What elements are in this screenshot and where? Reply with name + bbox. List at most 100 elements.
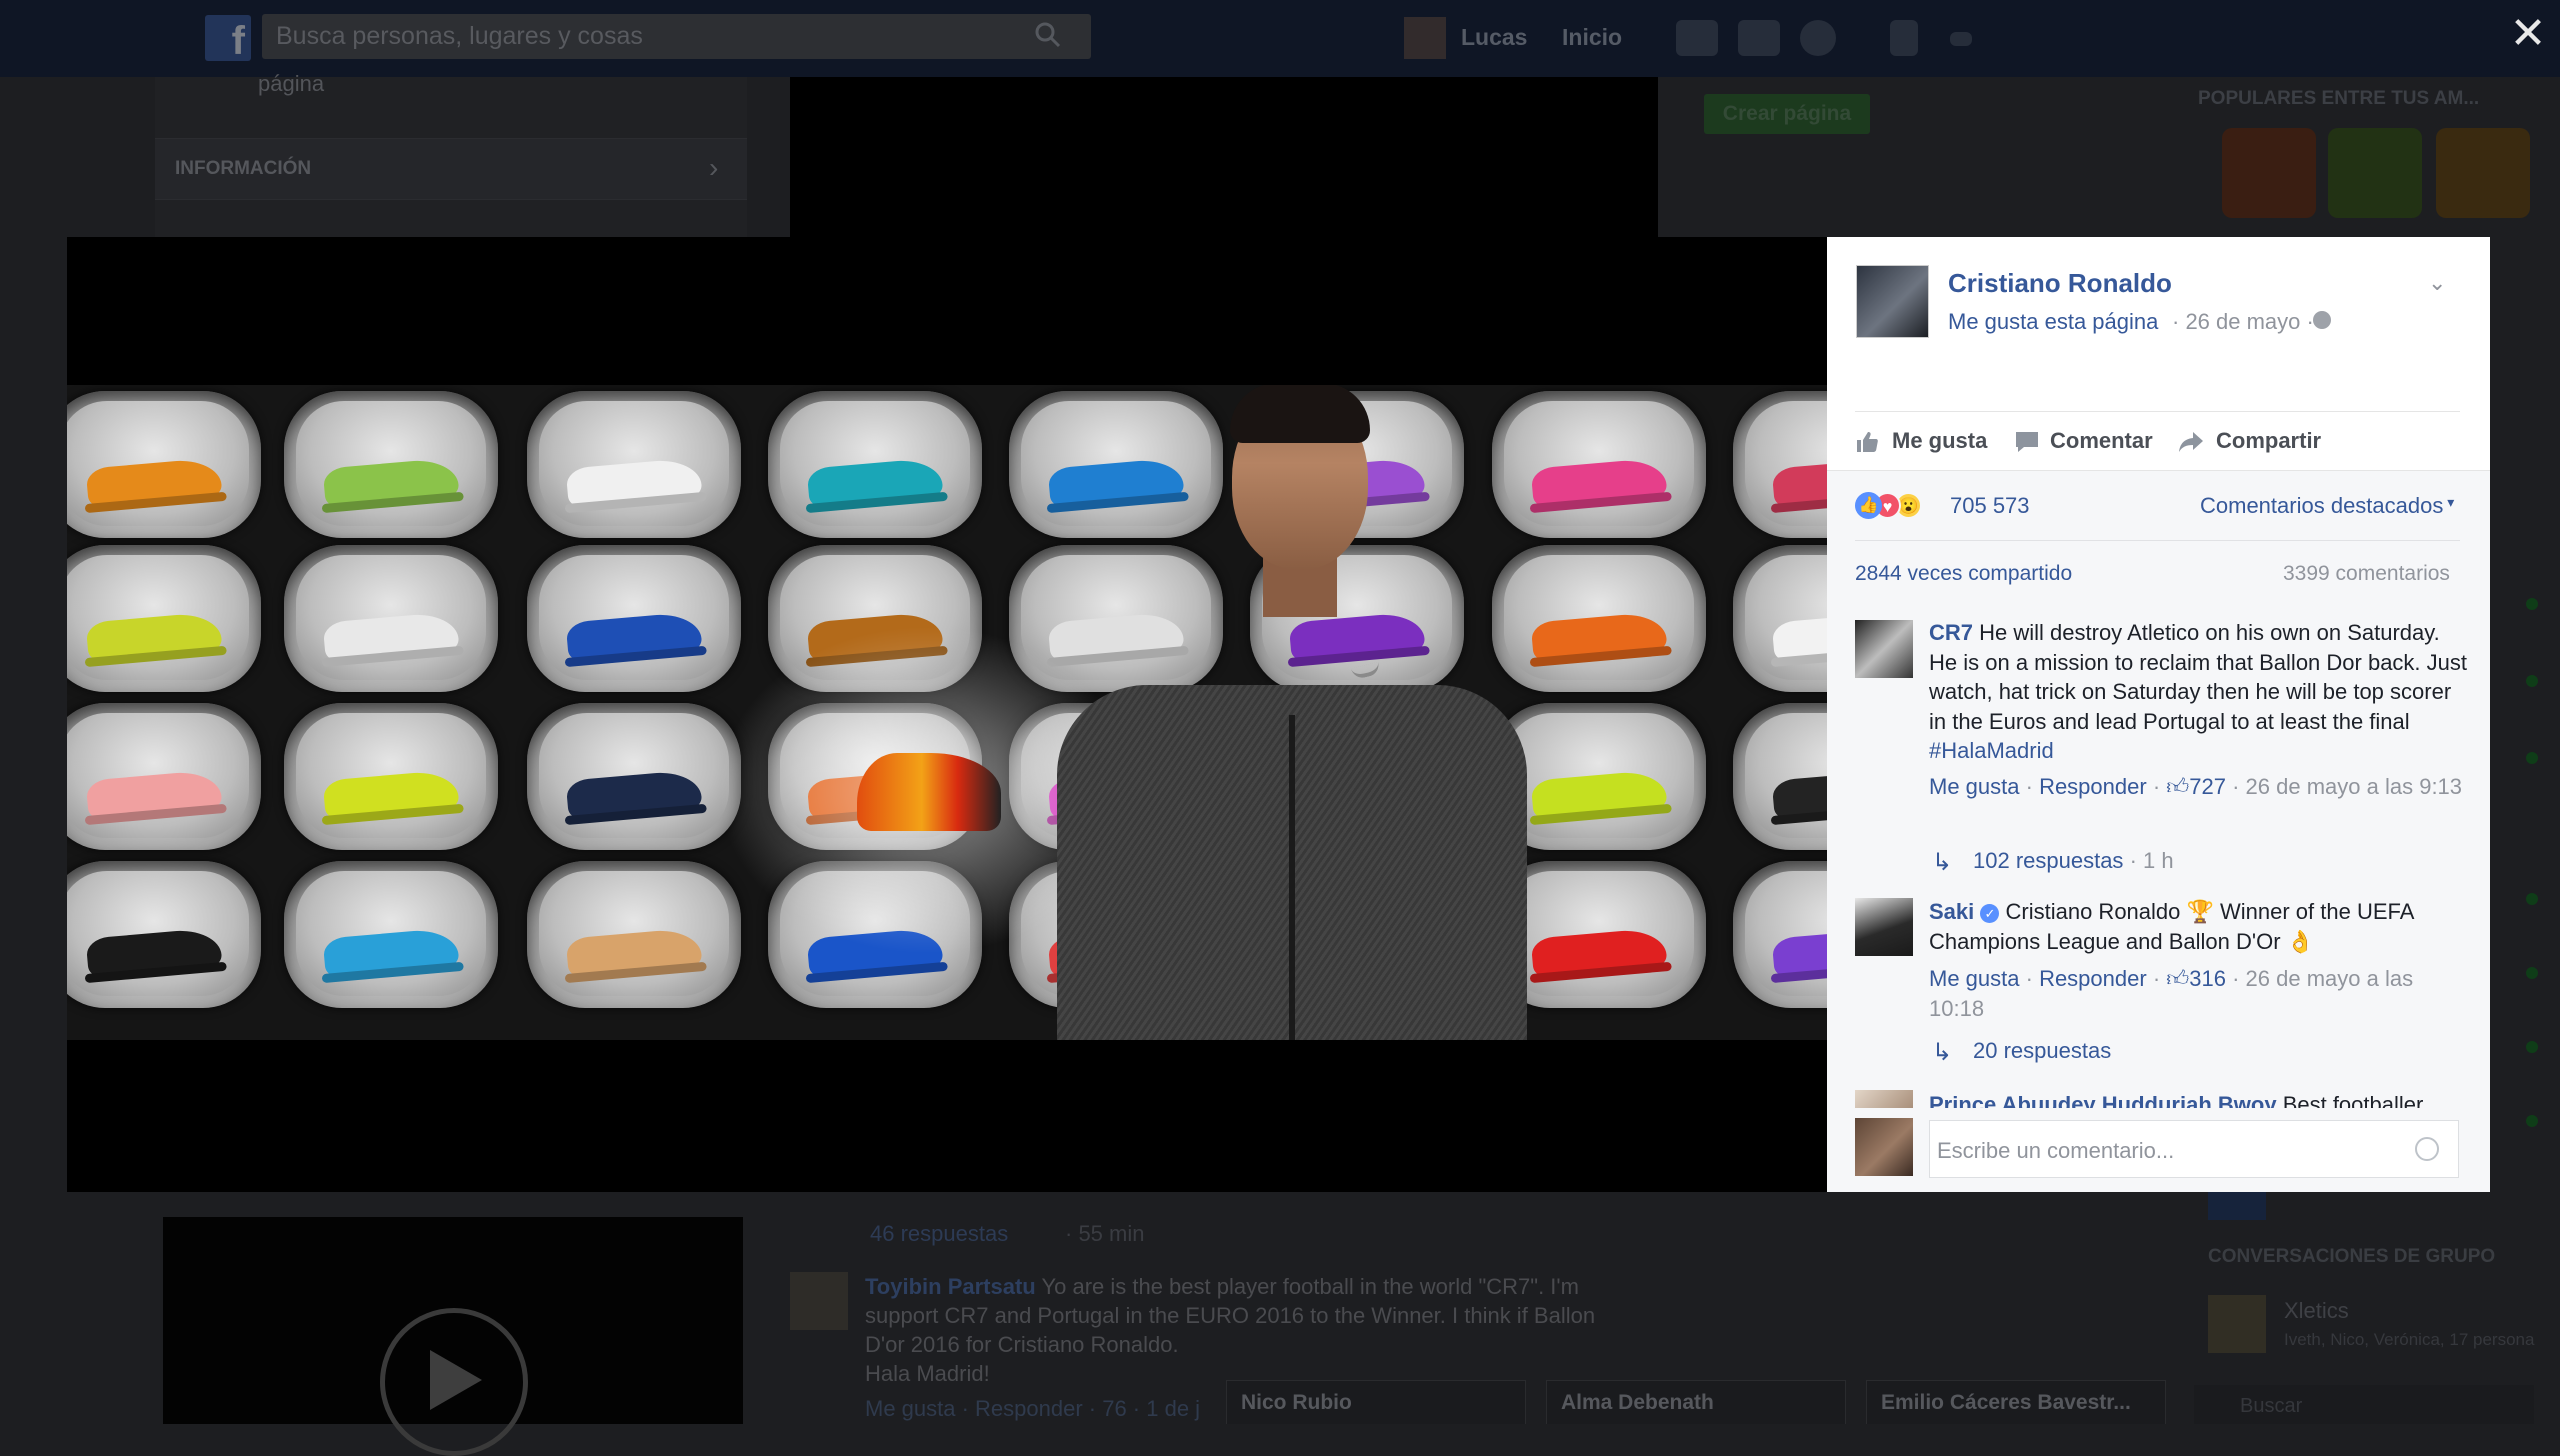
bg-replies-link[interactable]: 46 respuestas: [870, 1221, 1008, 1247]
comment-input[interactable]: Escribe un comentario...: [1929, 1120, 2459, 1178]
shoe: [565, 611, 703, 661]
user-avatar[interactable]: [1404, 17, 1446, 59]
share-button[interactable]: Compartir: [2216, 428, 2321, 454]
photo-viewer[interactable]: [67, 237, 1827, 1192]
commenter-avatar[interactable]: [1855, 898, 1913, 956]
nav-home-link[interactable]: Inicio: [1562, 24, 1622, 51]
search-icon[interactable]: [1035, 22, 1061, 48]
online-indicator: [2526, 1041, 2538, 1053]
shoe-cubby: [1732, 703, 1827, 850]
online-indicator: [2526, 598, 2538, 610]
game-tile-candy[interactable]: [2222, 128, 2316, 218]
comment-like-count[interactable]: 316: [2189, 966, 2226, 991]
search-input[interactable]: Busca personas, lugares y cosas: [262, 14, 1091, 59]
shoe: [565, 457, 703, 507]
thumbs-up-icon[interactable]: 👍︎: [2166, 774, 2189, 799]
comment-like-count[interactable]: 727: [2189, 774, 2226, 799]
thumbs-up-icon: [1857, 432, 1878, 452]
reaction-count[interactable]: 705 573: [1950, 493, 2030, 519]
comment-sort-dropdown[interactable]: Comentarios destacados ▾: [2200, 493, 2454, 519]
friend-requests-icon[interactable]: [1676, 20, 1718, 56]
chat-search-input[interactable]: Buscar: [2194, 1385, 2534, 1424]
shoe-cubby: [1732, 545, 1827, 692]
shoe-cubby: [67, 391, 262, 538]
group-avatar[interactable]: [2208, 1295, 2266, 1353]
verified-badge-icon: ✓: [1980, 904, 2000, 923]
game-tile-soccer[interactable]: [2328, 128, 2422, 218]
comment-text: CR7 He will destroy Atletico on his own …: [1929, 618, 2469, 766]
game-tile-soda[interactable]: [2436, 128, 2530, 218]
like-page-link[interactable]: Me gusta esta página: [1948, 309, 2158, 335]
divider: [1855, 540, 2460, 541]
shoe-cubby: [283, 861, 498, 1008]
shoe: [86, 611, 223, 661]
nav-user-link[interactable]: Lucas: [1461, 24, 1527, 51]
create-page-button[interactable]: Crear página: [1704, 94, 1870, 134]
play-icon: [430, 1350, 482, 1410]
bg-replies-time: · 55 min: [1065, 1221, 1145, 1246]
facebook-logo-icon[interactable]: f: [205, 15, 251, 63]
hashtag-link[interactable]: #HalaMadrid: [1929, 738, 2054, 763]
chat-tab-3[interactable]: Emilio Cáceres Bavestr...: [1866, 1380, 2166, 1424]
shoe: [1530, 611, 1668, 661]
share-arrow-icon: [2179, 432, 2203, 452]
emoji-icon[interactable]: [2415, 1137, 2439, 1161]
comment-body: Cristiano Ronaldo 🏆 Winner of the UEFA C…: [1929, 899, 2414, 954]
comment-button[interactable]: Comentar: [2050, 428, 2153, 454]
account-menu-chevron-icon[interactable]: [1950, 32, 1972, 46]
caret-down-icon: ▾: [2443, 494, 2455, 510]
messages-icon[interactable]: [1738, 20, 1780, 56]
like-button[interactable]: Me gusta: [1892, 428, 1987, 454]
close-icon[interactable]: ✕: [2508, 12, 2548, 56]
comment-reply-link[interactable]: Responder: [2039, 966, 2147, 991]
commenter-name[interactable]: CR7: [1929, 620, 1973, 645]
popular-games-title: POPULARES ENTRE TUS AM...: [2198, 88, 2480, 109]
shoe: [1530, 927, 1668, 977]
chat-tab-2[interactable]: Alma Debenath: [1546, 1380, 1846, 1424]
comment-time[interactable]: · 26 de mayo a las 9:13: [2232, 774, 2462, 799]
group-members: Iveth, Nico, Verónica, 17 persona: [2284, 1330, 2535, 1349]
replies-time: · 1 h: [2129, 848, 2174, 873]
post-date[interactable]: · 26 de mayo ·: [2172, 309, 2314, 335]
shares-count[interactable]: 2844 veces compartido: [1855, 562, 2072, 586]
bg-comment-author[interactable]: Toyibin Partsatu: [865, 1274, 1036, 1299]
shoe: [322, 611, 460, 661]
comments-count[interactable]: 3399 comentarios: [2283, 562, 2450, 586]
comment-body: He will destroy Atletico on his own on S…: [1929, 620, 2468, 734]
page-avatar[interactable]: [1856, 265, 1929, 338]
replies-count[interactable]: 102 respuestas: [1973, 848, 2123, 873]
commenter-name[interactable]: Prince Abuudey Hudduriah Bwoy: [1929, 1092, 2277, 1108]
group-name[interactable]: Xletics: [2284, 1298, 2349, 1324]
shoe: [565, 769, 703, 819]
chat-tab-1[interactable]: Nico Rubio: [1226, 1380, 1526, 1424]
commenter-avatar[interactable]: [1855, 620, 1913, 678]
comment-like-link[interactable]: Me gusta: [1929, 774, 2020, 799]
comment-reply-link[interactable]: Responder: [2039, 774, 2147, 799]
shoe: [1047, 457, 1185, 507]
shoe: [322, 457, 460, 507]
post-photo: [67, 385, 1827, 1040]
chevron-down-icon[interactable]: ⌄: [2428, 270, 2446, 296]
my-avatar[interactable]: [1855, 1118, 1913, 1176]
commenter-avatar[interactable]: [1855, 1090, 1913, 1108]
comment-like-link[interactable]: Me gusta: [1929, 966, 2020, 991]
online-indicator: [2526, 967, 2538, 979]
comment-clip: Prince Abuudey Hudduriah Bwoy Best footb…: [1827, 1086, 2490, 1108]
thumbs-up-icon[interactable]: 👍︎: [2166, 966, 2189, 991]
bg-comment-meta[interactable]: Me gusta · Responder · 76 · 1 de j: [865, 1396, 1200, 1422]
globe-icon: [2313, 311, 2331, 329]
page-name-link[interactable]: Cristiano Ronaldo: [1948, 268, 2172, 299]
shoe: [322, 927, 460, 977]
comment-text: Saki ✓ Cristiano Ronaldo 🏆 Winner of the…: [1929, 897, 2469, 956]
view-replies-link[interactable]: 102 respuestas · 1 h: [1973, 848, 2174, 874]
bg-commenter-avatar[interactable]: [790, 1272, 848, 1330]
shoe-cubby: [67, 545, 262, 692]
like-reaction-icon[interactable]: 👍: [1855, 492, 1882, 519]
notifications-icon[interactable]: [1800, 20, 1836, 56]
view-replies-link[interactable]: 20 respuestas: [1973, 1038, 2111, 1064]
commenter-name[interactable]: Saki: [1929, 899, 1974, 924]
privacy-lock-icon[interactable]: [1890, 20, 1918, 56]
reply-arrow-icon: ↳: [1932, 1039, 1953, 1066]
cover-video-area: [790, 77, 1658, 237]
shoe: [1530, 457, 1668, 507]
